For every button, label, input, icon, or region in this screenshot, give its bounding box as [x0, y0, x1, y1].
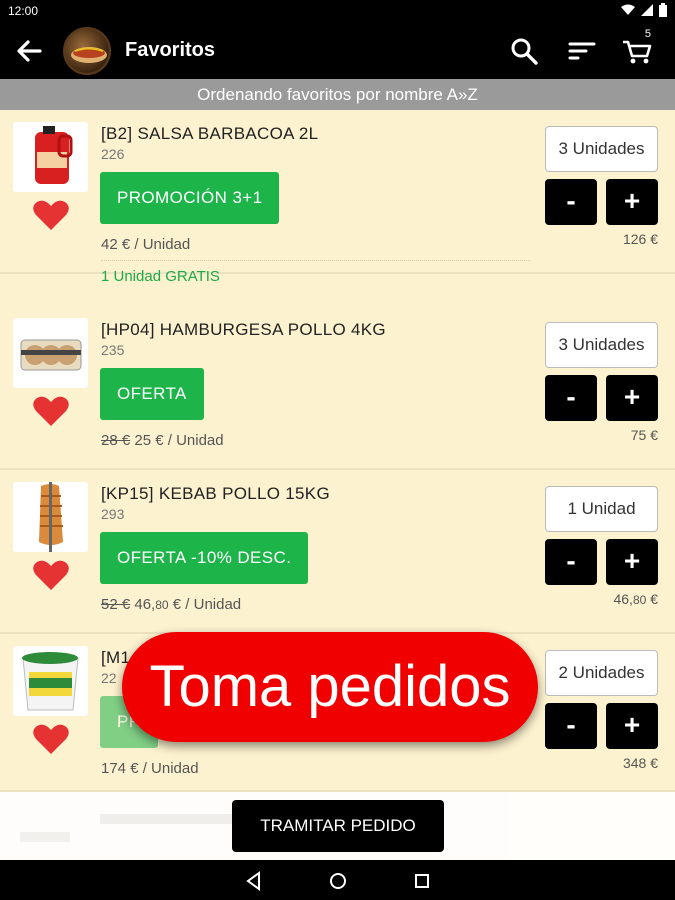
total-cents: 80	[633, 593, 646, 607]
total-suffix: €	[646, 591, 658, 607]
product-code: 22	[101, 670, 117, 686]
new-price: 46,	[134, 596, 155, 613]
promo-badge[interactable]: PROMOCIÓN 3+1	[100, 172, 279, 224]
divider	[101, 260, 531, 261]
product-name: [KP15] KEBAB POLLO 15KG	[101, 484, 330, 504]
app-toolbar: Favoritos 5	[0, 22, 675, 79]
search-icon[interactable]	[507, 34, 541, 68]
product-code: 235	[101, 342, 124, 358]
app-logo	[63, 27, 111, 75]
new-price-suffix: € / Unidad	[169, 596, 242, 613]
back-arrow-icon[interactable]	[12, 34, 46, 68]
increase-button[interactable]: +	[606, 703, 658, 749]
product-code: 293	[101, 506, 124, 522]
sort-info-bar[interactable]: Ordenando favoritos por nombre A»Z	[0, 79, 675, 110]
nav-home-icon[interactable]	[327, 870, 349, 892]
sort-icon[interactable]	[565, 34, 599, 68]
favorite-heart-icon[interactable]	[32, 394, 70, 428]
product-image	[13, 646, 88, 716]
quantity-display[interactable]: 3 Unidades	[545, 322, 658, 368]
product-name: [HP04] HAMBURGESA POLLO 4KG	[101, 320, 386, 340]
nav-recents-icon[interactable]	[411, 870, 433, 892]
unit-price: 42 € / Unidad	[101, 236, 190, 253]
page-title: Favoritos	[125, 39, 215, 62]
promo-badge[interactable]: OFERTA	[100, 368, 204, 420]
line-total: 348 €	[623, 755, 658, 771]
status-time: 12:00	[8, 4, 38, 18]
decrease-button[interactable]: -	[545, 179, 597, 225]
quantity-display[interactable]: 3 Unidades	[545, 126, 658, 172]
increase-button[interactable]: +	[606, 375, 658, 421]
line-total: 75 €	[631, 427, 658, 443]
product-code: 226	[101, 146, 124, 162]
placeholder-thumb	[20, 832, 70, 842]
decrease-button[interactable]: -	[545, 703, 597, 749]
checkout-button[interactable]: TRAMITAR PEDIDO	[232, 800, 444, 852]
decrease-button[interactable]: -	[545, 539, 597, 585]
increase-button[interactable]: +	[606, 539, 658, 585]
increase-button[interactable]: +	[606, 179, 658, 225]
favorite-heart-icon[interactable]	[32, 722, 70, 756]
decrease-button[interactable]: -	[545, 375, 597, 421]
promo-banner: Toma pedidos	[122, 632, 538, 742]
product-name: [B2] SALSA BARBACOA 2L	[101, 124, 318, 144]
free-units-label: 1 Unidad GRATIS	[101, 268, 220, 285]
line-total: 126 €	[623, 231, 658, 247]
line-total: 46,80 €	[613, 591, 658, 607]
list-item[interactable]: [HP04] HAMBURGESA POLLO 4KG 235 OFERTA 2…	[0, 306, 675, 470]
favorites-list[interactable]: [B2] SALSA BARBACOA 2L 226 PROMOCIÓN 3+1…	[0, 110, 675, 860]
nav-back-icon[interactable]	[243, 870, 265, 892]
battery-icon	[659, 3, 667, 17]
new-price: 25 € / Unidad	[134, 432, 223, 449]
signal-icon	[641, 4, 653, 16]
quantity-display[interactable]: 1 Unidad	[545, 486, 658, 532]
product-image	[13, 122, 88, 192]
wifi-icon	[621, 4, 635, 16]
unit-price: 52 € 46,80 € / Unidad	[101, 596, 241, 613]
old-price: 28 €	[101, 432, 130, 449]
old-price: 52 €	[101, 596, 130, 613]
quantity-display[interactable]: 2 Unidades	[545, 650, 658, 696]
new-price-cents: 80	[155, 598, 168, 612]
unit-price: 28 € 25 € / Unidad	[101, 432, 224, 449]
favorite-heart-icon[interactable]	[32, 198, 70, 232]
status-bar: 12:00	[0, 0, 675, 22]
total-main: 46,	[613, 591, 632, 607]
promo-badge[interactable]: OFERTA -10% DESC.	[100, 532, 308, 584]
status-icons	[621, 3, 667, 17]
list-item[interactable]: [B2] SALSA BARBACOA 2L 226 PROMOCIÓN 3+1…	[0, 110, 675, 274]
product-image	[13, 482, 88, 552]
list-item[interactable]: [KP15] KEBAB POLLO 15KG 293 OFERTA -10% …	[0, 470, 675, 634]
product-image	[13, 318, 88, 388]
cart-count-badge: 5	[645, 28, 651, 40]
favorite-heart-icon[interactable]	[32, 558, 70, 592]
unit-price: 174 € / Unidad	[101, 760, 199, 777]
system-nav-bar	[0, 860, 675, 900]
